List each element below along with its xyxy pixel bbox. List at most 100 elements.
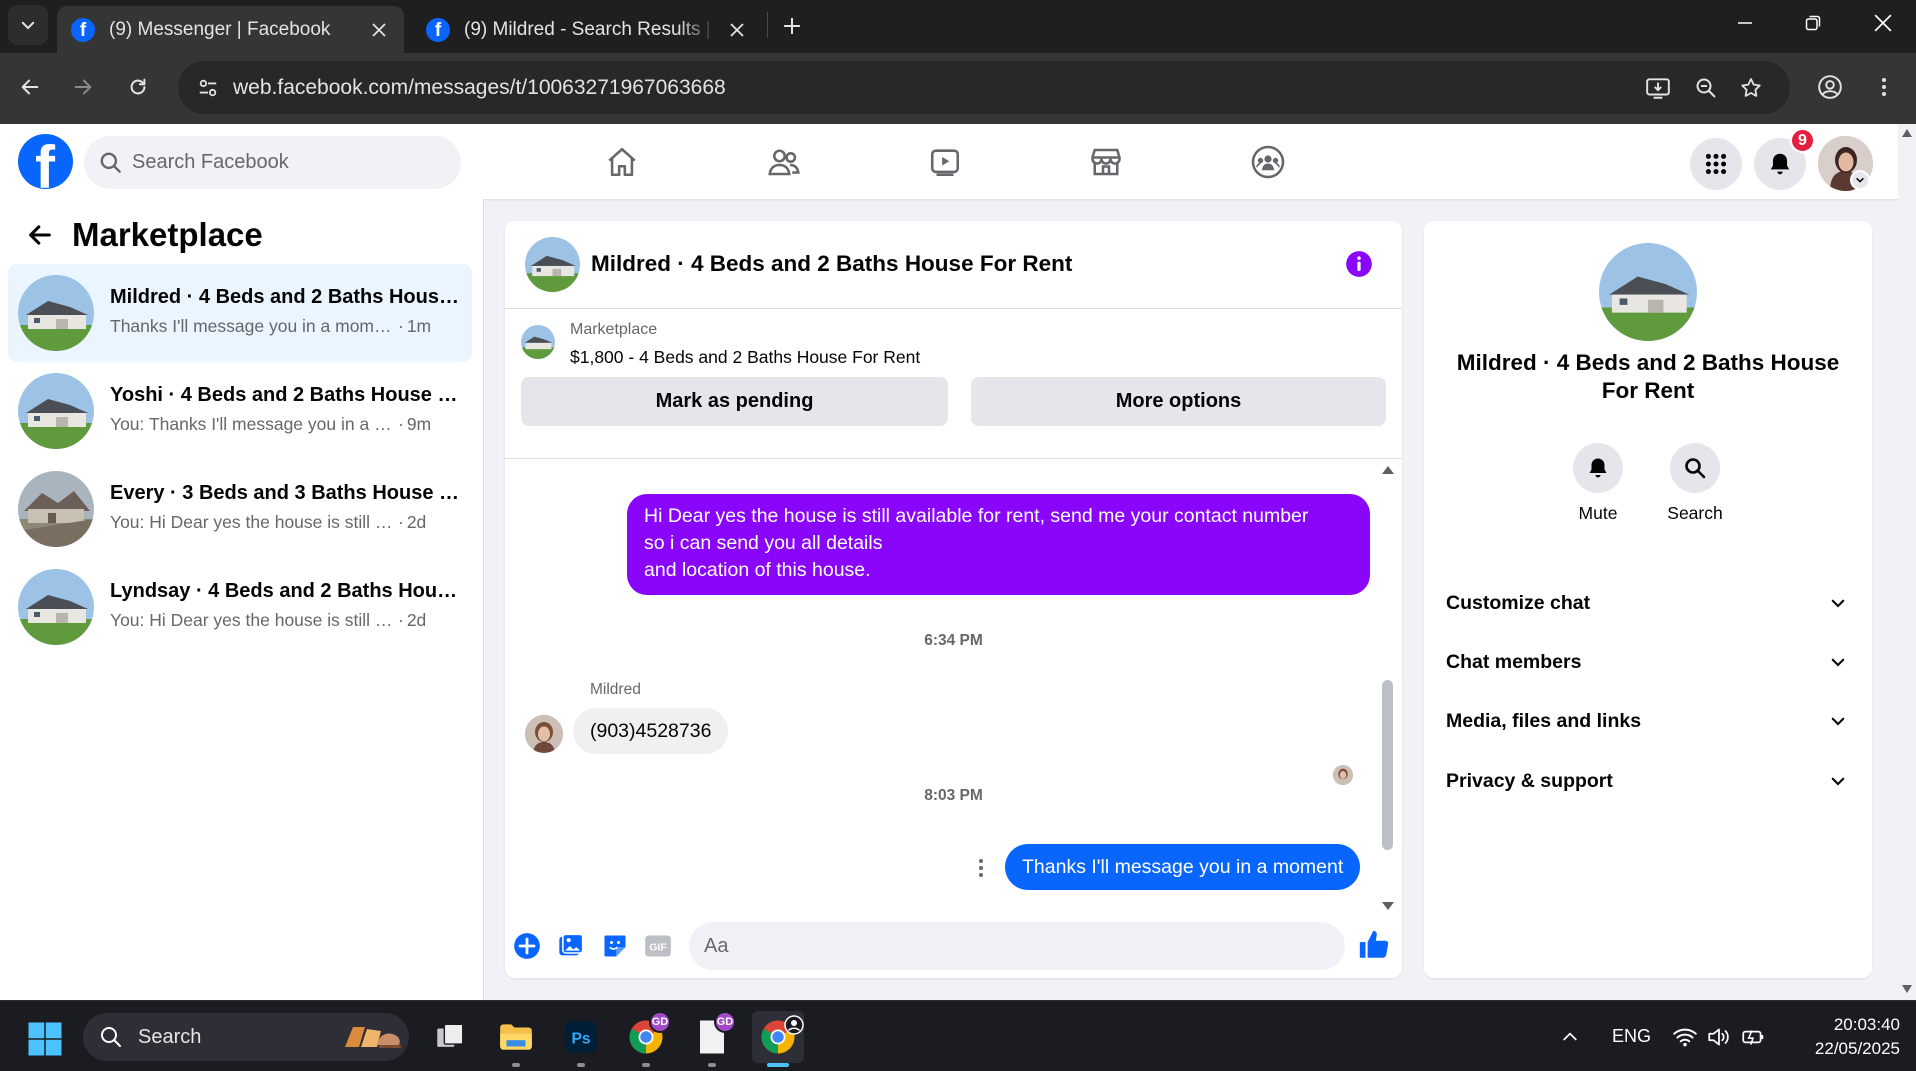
back-button[interactable] xyxy=(10,67,50,107)
outgoing-message[interactable]: Thanks I'll message you in a moment xyxy=(1005,844,1361,890)
info-icon[interactable] xyxy=(1345,250,1373,278)
tab-messenger[interactable]: f (9) Messenger | Facebook xyxy=(57,6,404,53)
conversation-item[interactable]: Every · 3 Beds and 3 Baths House For Ren… xyxy=(8,460,472,558)
listing-thumbnail[interactable] xyxy=(521,325,555,359)
nav-video[interactable] xyxy=(889,134,1001,190)
more-actions-button[interactable] xyxy=(511,930,543,962)
search-icon xyxy=(100,152,121,173)
mute-button[interactable] xyxy=(1573,443,1623,493)
gif-button[interactable]: GIF xyxy=(642,930,674,962)
conversation-item[interactable]: Mildred · 4 Beds and 2 Baths House For R… xyxy=(8,264,472,362)
show-hidden-icons-button[interactable] xyxy=(1560,1001,1580,1071)
chrome-active-app[interactable] xyxy=(752,1011,804,1063)
star-icon xyxy=(1741,78,1761,97)
nav-friends[interactable] xyxy=(728,134,840,190)
chevron-down-icon xyxy=(1831,777,1845,786)
scroll-down-arrow-icon[interactable] xyxy=(1901,984,1913,994)
page-scrollbar[interactable] xyxy=(1898,124,1916,1000)
tab-search-results[interactable]: f (9) Mildred - Search Results | Faceboo… xyxy=(412,6,762,53)
scroll-down-arrow-icon[interactable] xyxy=(1381,901,1395,911)
back-to-chats-button[interactable] xyxy=(20,215,60,255)
install-app-button[interactable] xyxy=(1640,70,1676,106)
search-input[interactable] xyxy=(132,136,452,189)
arrow-right-icon xyxy=(74,79,92,95)
sticker-button[interactable] xyxy=(599,930,631,962)
tab-search-button[interactable] xyxy=(8,5,48,45)
message-list: Hi Dear yes the house is still available… xyxy=(505,459,1402,915)
search-highlight-icon xyxy=(345,1027,401,1048)
details-avatar[interactable] xyxy=(1599,243,1697,341)
taskbar-search[interactable]: Search xyxy=(83,1013,409,1061)
nav-groups[interactable] xyxy=(1212,134,1324,190)
close-tab-button[interactable] xyxy=(726,19,748,41)
listing-price-title[interactable]: $1,800 - 4 Beds and 2 Baths House For Re… xyxy=(570,347,920,368)
mark-as-pending-button[interactable]: Mark as pending xyxy=(521,377,948,426)
customize-chat-section[interactable]: Customize chat xyxy=(1436,575,1860,631)
listing-kicker: Marketplace xyxy=(570,321,658,338)
scroll-up-arrow-icon[interactable] xyxy=(1901,128,1913,138)
facebook-logo-letter: f xyxy=(35,134,55,189)
marketplace-icon xyxy=(1091,148,1121,176)
language-label: ENG xyxy=(1612,1026,1652,1046)
conversation-item[interactable]: Yoshi · 4 Beds and 2 Baths House For Ren… xyxy=(8,362,472,460)
search-action[interactable]: Search xyxy=(1655,443,1735,524)
conversation-item[interactable]: Lyndsay · 4 Beds and 2 Baths House For R… xyxy=(8,558,472,656)
message-actions-button[interactable] xyxy=(968,855,994,881)
message-scrollbar-thumb[interactable] xyxy=(1382,680,1393,850)
thumbs-up-icon[interactable] xyxy=(1357,928,1391,962)
more-vertical-icon xyxy=(979,859,983,877)
profile-button[interactable] xyxy=(1810,67,1850,107)
message-input-wrapper[interactable] xyxy=(689,922,1345,970)
mute-action[interactable]: Mute xyxy=(1558,443,1638,524)
chat-title[interactable]: Mildred · 4 Beds and 2 Baths House For R… xyxy=(591,251,1072,277)
file-explorer-app[interactable] xyxy=(490,1011,542,1063)
address-bar[interactable]: web.facebook.com/messages/t/100632719670… xyxy=(178,61,1790,114)
chat-avatar[interactable] xyxy=(525,237,580,292)
site-info-button[interactable] xyxy=(190,70,226,106)
search-in-chat-button[interactable] xyxy=(1670,443,1720,493)
nav-home[interactable] xyxy=(566,134,678,190)
facebook-search[interactable] xyxy=(84,136,461,189)
media-files-links-section[interactable]: Media, files and links xyxy=(1436,693,1860,749)
task-view-icon xyxy=(437,1023,464,1047)
taskbar-clock[interactable]: 20:03:40 22/05/2025 xyxy=(1790,1013,1900,1061)
close-tab-button[interactable] xyxy=(368,19,390,41)
zoom-button[interactable] xyxy=(1688,70,1724,106)
language-indicator[interactable]: ENG xyxy=(1612,1001,1651,1071)
message-input[interactable] xyxy=(704,922,1264,970)
outgoing-message[interactable]: Hi Dear yes the house is still available… xyxy=(627,494,1370,595)
nav-marketplace[interactable] xyxy=(1050,134,1162,190)
forward-button[interactable] xyxy=(63,67,103,107)
close-window-button[interactable] xyxy=(1850,0,1916,45)
reload-button[interactable] xyxy=(118,67,158,107)
minimize-button[interactable] xyxy=(1712,0,1778,45)
zoom-icon xyxy=(1696,78,1716,98)
house-photo-icon xyxy=(1599,243,1697,341)
photoshop-app[interactable]: Ps xyxy=(555,1011,607,1063)
incoming-message[interactable]: (903)4528736 xyxy=(573,708,729,754)
task-view-button[interactable] xyxy=(424,1011,476,1063)
windows-start-icon[interactable] xyxy=(27,1021,63,1057)
attach-photo-button[interactable] xyxy=(555,930,587,962)
account-menu-chevron[interactable] xyxy=(1850,170,1870,190)
new-tab-button[interactable] xyxy=(774,8,810,44)
scroll-up-arrow-icon[interactable] xyxy=(1381,465,1395,475)
conversation-title: Every · 3 Beds and 3 Baths House For Ren… xyxy=(110,482,460,504)
url-text[interactable]: web.facebook.com/messages/t/100632719670… xyxy=(233,76,726,100)
conversation-preview: You: Thanks I'll message you in a moment xyxy=(110,414,395,434)
menu-button[interactable] xyxy=(1690,138,1742,190)
sender-avatar[interactable] xyxy=(525,715,563,753)
browser-menu-button[interactable] xyxy=(1864,67,1904,107)
system-tray-quick-settings[interactable] xyxy=(1672,1001,1766,1071)
message-composer: GIF xyxy=(505,915,1402,978)
facebook-header: f 9 xyxy=(0,124,1898,199)
privacy-support-section[interactable]: Privacy & support xyxy=(1436,753,1860,809)
more-options-button[interactable]: More options xyxy=(971,377,1386,426)
restore-button[interactable] xyxy=(1780,0,1846,45)
facebook-logo[interactable]: f xyxy=(18,134,73,189)
mute-label: Mute xyxy=(1578,503,1618,523)
details-title: Mildred · 4 Beds and 2 Baths House For R… xyxy=(1456,350,1840,403)
account-icon xyxy=(1818,75,1842,99)
chat-members-section[interactable]: Chat members xyxy=(1436,634,1860,690)
bookmark-button[interactable] xyxy=(1733,70,1769,106)
